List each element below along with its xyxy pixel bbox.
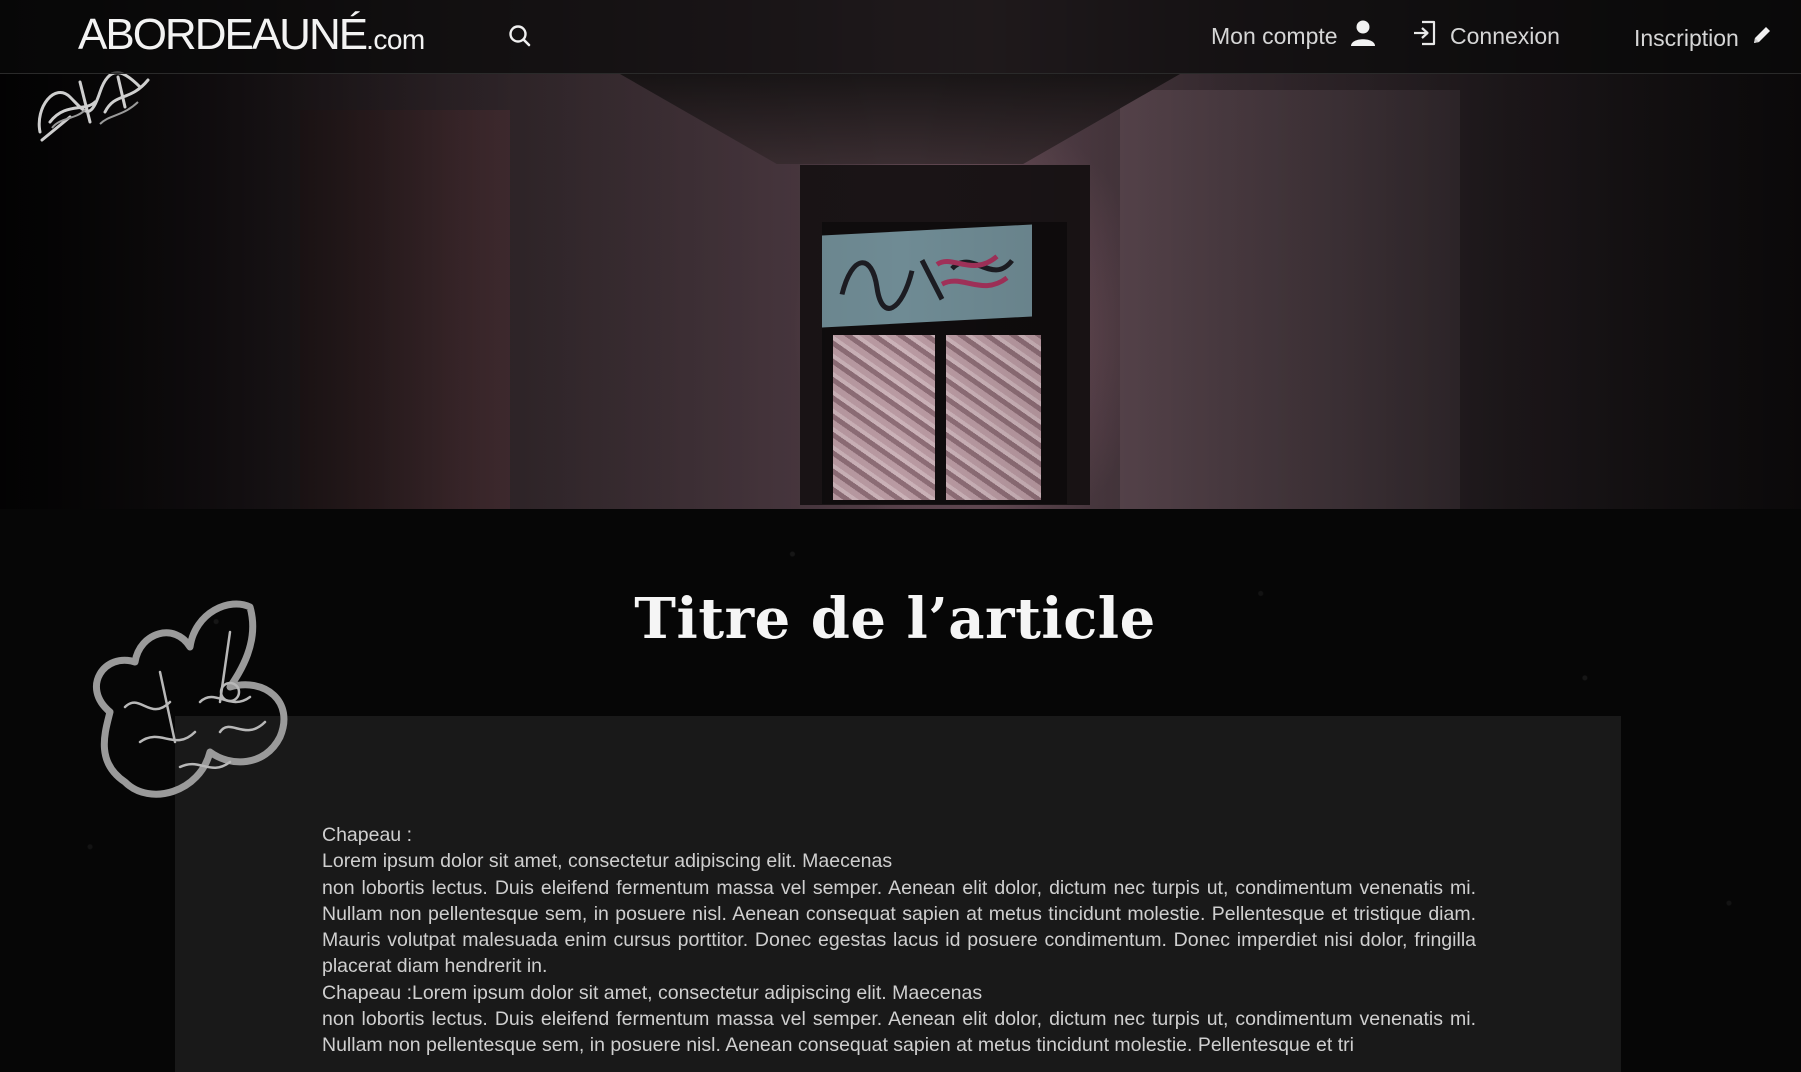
article-body: Chapeau : Lorem ipsum dolor sit amet, co… — [322, 822, 1476, 1059]
search-icon[interactable] — [506, 22, 534, 50]
login-link[interactable]: Connexion — [1412, 18, 1560, 54]
article-paragraph: non lobortis lectus. Duis eleifend ferme… — [322, 1008, 1476, 1057]
article-paragraph: Lorem ipsum dolor sit amet, consectetur … — [322, 850, 893, 873]
pencil-icon — [1751, 24, 1773, 52]
graffiti-tag-icon — [30, 62, 155, 146]
site-logo[interactable]: ABORDEAUNÉ.com — [78, 10, 425, 60]
article-paragraph: Chapeau :Lorem ipsum dolor sit amet, con… — [322, 981, 983, 1004]
hero-shade-overlay — [0, 0, 1801, 509]
hero-banner — [0, 0, 1801, 509]
article-paragraph: non lobortis lectus. Duis eleifend ferme… — [322, 876, 1476, 978]
my-account-label: Mon compte — [1211, 22, 1338, 49]
signup-label: Inscription — [1634, 24, 1739, 51]
article-paragraph: Chapeau : — [322, 824, 412, 846]
login-label: Connexion — [1450, 22, 1560, 49]
my-account-link[interactable]: Mon compte — [1211, 18, 1376, 54]
sign-in-icon — [1412, 19, 1438, 53]
top-navbar: ABORDEAUNÉ.com Mon compte Connexion Insc… — [0, 0, 1801, 74]
signup-link[interactable]: Inscription — [1634, 20, 1773, 56]
user-icon — [1350, 19, 1376, 53]
graffiti-tag-icon — [80, 592, 315, 826]
site-logo-tld: .com — [366, 24, 425, 55]
site-logo-name: ABORDEAUNÉ — [78, 10, 368, 59]
